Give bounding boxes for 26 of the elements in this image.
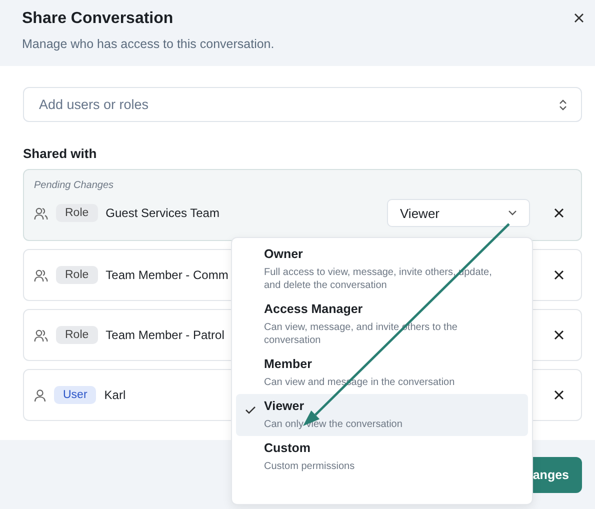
group-icon xyxy=(34,268,48,282)
remove-icon[interactable] xyxy=(554,270,564,280)
close-icon[interactable] xyxy=(574,13,584,23)
group-icon xyxy=(34,328,48,342)
chevron-down-icon xyxy=(508,210,517,216)
entry-name: Karl xyxy=(104,388,126,402)
permission-select[interactable]: Viewer xyxy=(387,199,530,227)
chevron-updown-icon xyxy=(559,99,567,111)
remove-icon[interactable] xyxy=(554,330,564,340)
remove-icon[interactable] xyxy=(554,390,564,400)
check-icon xyxy=(245,406,256,414)
group-icon xyxy=(34,206,48,220)
type-badge: User xyxy=(54,386,96,404)
remove-icon[interactable] xyxy=(554,208,564,218)
type-badge: Role xyxy=(56,326,98,344)
dialog-title: Share Conversation xyxy=(22,10,174,28)
entry-name: Team Member - Comm xyxy=(106,268,228,282)
person-icon xyxy=(34,388,46,402)
add-users-field[interactable]: Add users or roles xyxy=(23,87,582,122)
section-heading: Shared with xyxy=(23,146,98,161)
dialog-subtitle: Manage who has access to this conversation. xyxy=(22,37,276,51)
entry-name: Guest Services Team xyxy=(106,206,220,220)
type-badge: Role xyxy=(56,266,98,284)
pending-label: Pending Changes xyxy=(34,180,115,191)
type-badge: Role xyxy=(56,204,98,222)
entry-name: Team Member - Patrol xyxy=(106,328,224,342)
